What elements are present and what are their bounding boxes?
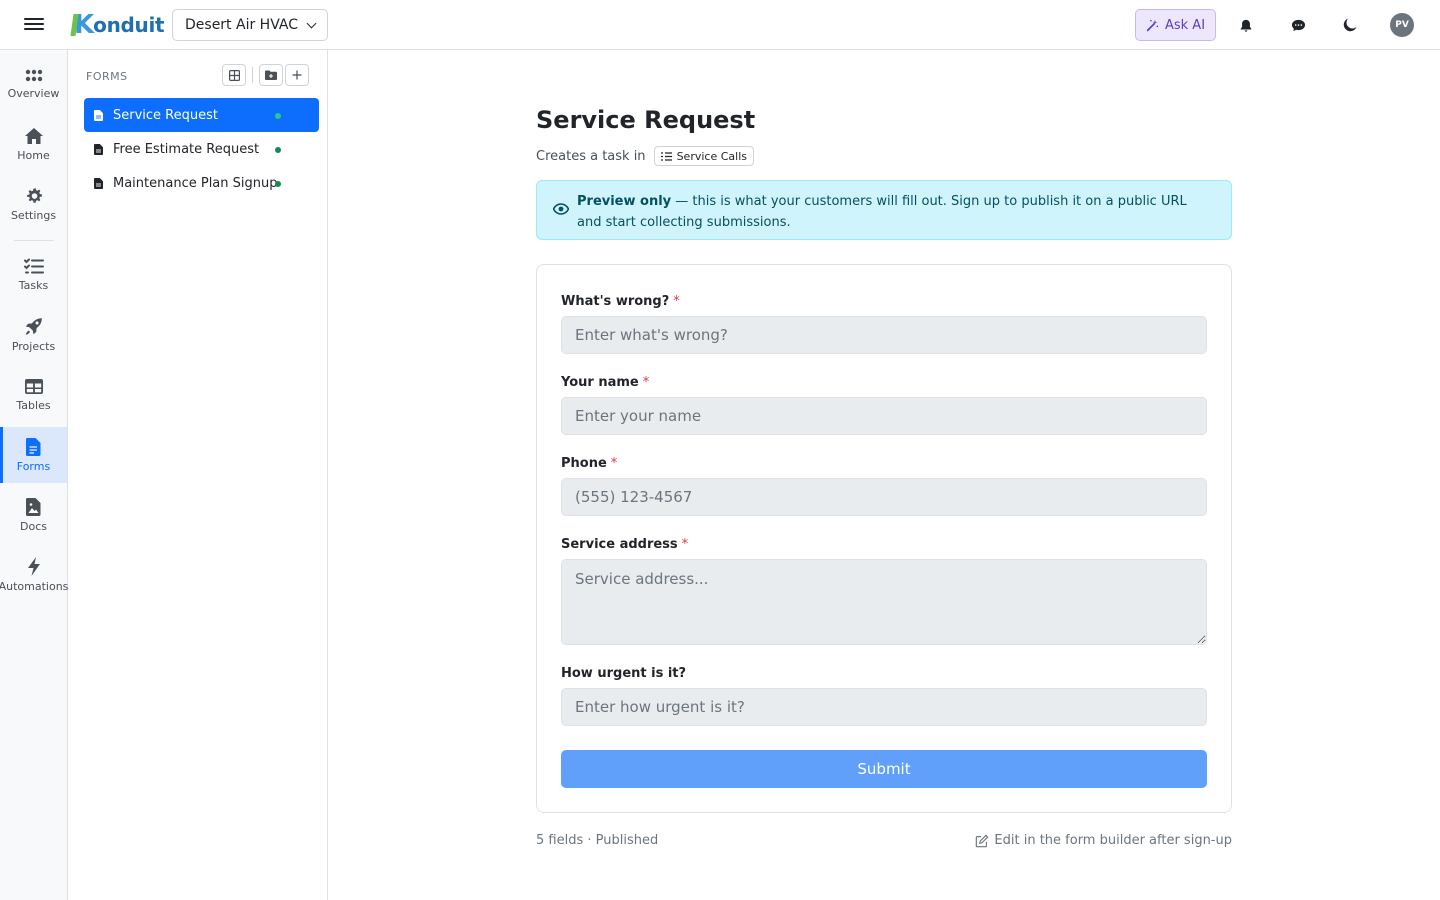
field-label-how-urgent: How urgent is it?: [561, 666, 687, 681]
grid-view-icon: [228, 69, 240, 81]
grid-view-button[interactable]: [222, 64, 246, 86]
rail-label: Tables: [16, 399, 51, 412]
rail-item-settings[interactable]: Settings: [0, 176, 67, 232]
rail-item-forms[interactable]: Forms: [0, 427, 67, 483]
add-form-button[interactable]: [285, 64, 309, 86]
dark-mode-moon-icon[interactable]: [1338, 13, 1362, 37]
rail-item-docs[interactable]: Docs: [0, 487, 67, 543]
workspace-name: Desert Air HVAC: [185, 17, 298, 33]
page-title: Service Request: [536, 106, 756, 134]
document-icon: [26, 437, 41, 456]
form-item-label: Maintenance Plan Signup: [113, 175, 278, 191]
rail-label: Projects: [11, 340, 56, 353]
rail-item-overview[interactable]: Overview: [0, 56, 67, 112]
logo-mark: K: [74, 10, 94, 40]
rocket-icon: [25, 318, 42, 335]
published-status-dot: [275, 113, 281, 119]
whats-wrong-input[interactable]: [561, 316, 1207, 354]
required-marker: *: [673, 294, 680, 309]
rail-label: Forms: [16, 459, 51, 473]
document-icon: [94, 109, 103, 121]
edit-in-builder-link[interactable]: Edit in the form builder after sign-up: [975, 833, 1232, 848]
field-label-service-address: Service address *: [561, 537, 689, 552]
service-address-textarea[interactable]: [561, 559, 1207, 645]
eye-icon: [553, 203, 569, 215]
user-avatar[interactable]: PV: [1390, 13, 1414, 37]
form-item-maintenance-plan-signup[interactable]: Maintenance Plan Signup: [84, 166, 319, 200]
edit-icon: [976, 834, 989, 847]
form-meta: 5 fields · Published: [536, 833, 659, 848]
plus-icon: [292, 70, 302, 80]
forms-header: FORMS: [86, 70, 128, 83]
rail-item-tables[interactable]: Tables: [0, 367, 67, 423]
ask-ai-label: Ask AI: [1164, 17, 1206, 33]
main-content: Service Request Creates a task in Servic…: [328, 50, 1440, 900]
field-label-phone: Phone *: [561, 456, 618, 471]
your-name-input[interactable]: [561, 397, 1207, 435]
workspace-selector[interactable]: Desert Air HVAC: [172, 9, 328, 41]
grid-icon: [25, 69, 42, 81]
image-doc-icon: [26, 497, 41, 516]
chip-label: Service Calls: [676, 149, 747, 163]
rail-item-home[interactable]: Home: [0, 116, 67, 172]
checklist-icon: [23, 258, 44, 274]
rail-item-automations[interactable]: Automations: [0, 547, 69, 603]
field-label-whats-wrong: What's wrong? *: [561, 294, 680, 309]
phone-input[interactable]: [561, 478, 1207, 516]
home-icon: [24, 127, 43, 144]
hamburger-menu-icon[interactable]: [24, 15, 44, 35]
top-bar: K onduit Desert Air HVAC Ask AI PV: [0, 0, 1440, 50]
subtitle-text: Creates a task in: [536, 148, 646, 164]
form-item-label: Free Estimate Request: [113, 141, 260, 157]
published-status-dot: [275, 147, 281, 153]
rail-label: Tasks: [18, 279, 49, 292]
lightning-icon: [27, 557, 40, 576]
list-icon: [660, 151, 672, 161]
rail-item-tasks[interactable]: Tasks: [0, 247, 67, 303]
banner-bold: Preview only: [577, 194, 672, 209]
rail-item-projects[interactable]: Projects: [0, 307, 67, 363]
required-marker: *: [642, 375, 650, 390]
rail-label: Docs: [20, 519, 47, 533]
chat-bubble-icon[interactable]: [1286, 13, 1310, 37]
rail-label: Overview: [7, 86, 60, 100]
document-icon: [94, 177, 103, 189]
required-marker: *: [681, 537, 689, 552]
rail-divider: [14, 240, 54, 241]
preview-banner: Preview only — this is what your custome…: [536, 180, 1232, 240]
forms-sidebar: FORMS Service Request Free Estimate Requ…: [68, 50, 328, 900]
form-item-free-estimate-request[interactable]: Free Estimate Request: [84, 132, 319, 166]
rail-label: Automations: [0, 580, 69, 593]
chevron-down-icon: [306, 18, 317, 28]
form-preview-card: What's wrong?* Your name* Phone* Service…: [536, 264, 1232, 813]
table-icon: [24, 379, 43, 394]
submit-button[interactable]: Submit: [561, 750, 1207, 788]
page-subtitle: Creates a task in Service Calls: [536, 146, 754, 166]
field-label-your-name: Your name *: [561, 375, 650, 390]
logo[interactable]: K onduit: [74, 10, 165, 40]
form-item-label: Service Request: [113, 107, 218, 123]
how-urgent-input[interactable]: [561, 688, 1207, 726]
gear-icon: [26, 187, 42, 203]
magic-wand-icon: [1146, 19, 1159, 31]
edit-link-text: Edit in the form builder after sign-up: [994, 833, 1232, 848]
required-marker: *: [610, 456, 618, 471]
logo-text: onduit: [93, 13, 165, 37]
notifications-bell-icon[interactable]: [1234, 13, 1258, 37]
form-item-service-request[interactable]: Service Request: [84, 98, 319, 132]
banner-text: Preview only — this is what your custome…: [577, 191, 1211, 233]
rail-label: Settings: [10, 208, 57, 222]
left-rail: Overview Home Settings Tasks Projects Ta…: [0, 50, 68, 900]
toolbar-divider: [252, 67, 253, 83]
rail-label: Home: [17, 148, 50, 162]
folder-plus-icon: [265, 70, 277, 80]
published-status-dot: [275, 181, 281, 187]
document-icon: [94, 143, 103, 155]
target-list-chip[interactable]: Service Calls: [653, 146, 754, 166]
new-folder-button[interactable]: [259, 64, 283, 86]
ask-ai-button[interactable]: Ask AI: [1135, 9, 1216, 41]
